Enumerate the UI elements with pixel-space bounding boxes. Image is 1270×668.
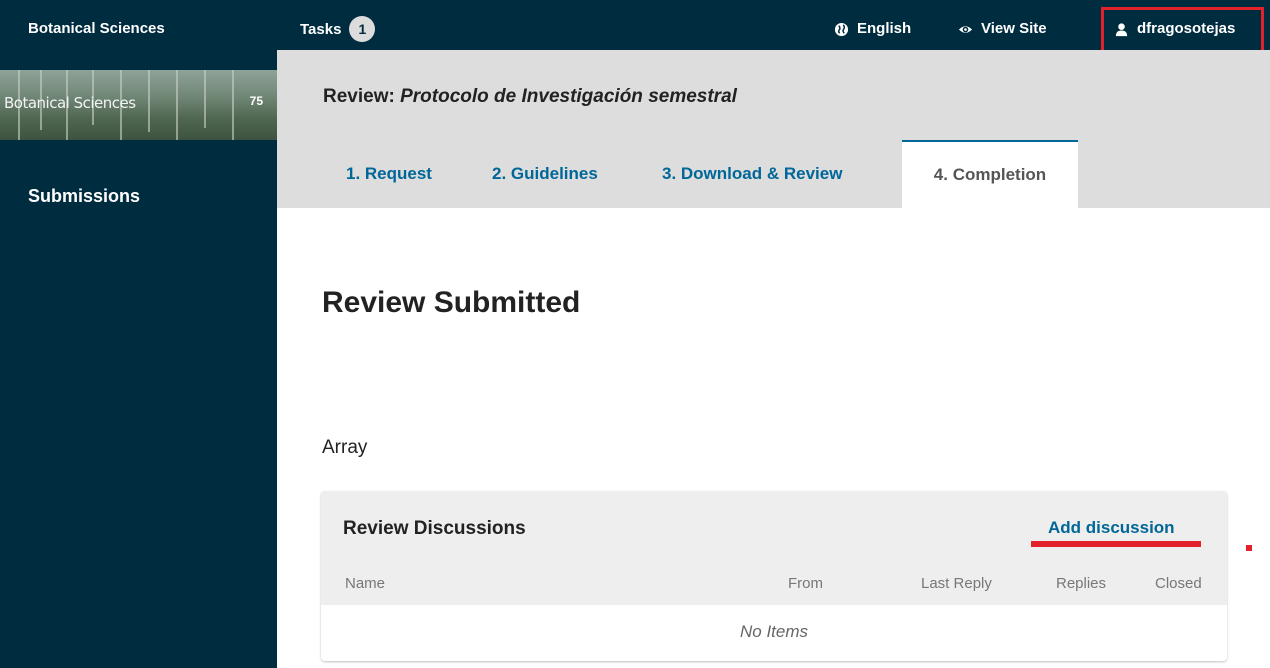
journal-logo[interactable]: Botanical Sciences 75 bbox=[0, 70, 277, 140]
review-title-name: Protocolo de Investigación semestral bbox=[400, 86, 737, 107]
array-text: Array bbox=[322, 437, 368, 458]
review-discussions-panel: Review Discussions Add discussion Name F… bbox=[321, 491, 1227, 661]
top-navbar: Botanical Sciences Tasks 1 English View … bbox=[0, 0, 1270, 50]
column-header-name[interactable]: Name bbox=[345, 575, 385, 592]
tasks-count-badge: 1 bbox=[349, 16, 376, 42]
add-discussion-button[interactable]: Add discussion bbox=[1048, 518, 1175, 538]
sidebar bbox=[0, 50, 277, 668]
language-menu[interactable]: English bbox=[834, 0, 911, 50]
sidebar-item-submissions[interactable]: Submissions bbox=[28, 186, 140, 207]
tab-completion[interactable]: 4. Completion bbox=[902, 140, 1078, 208]
tasks-label: Tasks bbox=[300, 20, 342, 38]
review-title-prefix: Review: bbox=[323, 86, 395, 107]
tab-request[interactable]: 1. Request bbox=[346, 164, 432, 184]
column-header-replies[interactable]: Replies bbox=[1056, 575, 1106, 592]
tab-guidelines[interactable]: 2. Guidelines bbox=[492, 164, 598, 184]
column-header-last-reply[interactable]: Last Reply bbox=[921, 575, 992, 592]
page-title: Review: Protocolo de Investigación semes… bbox=[323, 86, 737, 108]
tab-download-review[interactable]: 3. Download & Review bbox=[662, 164, 842, 184]
globe-icon bbox=[834, 22, 849, 36]
empty-table-message: No Items bbox=[739, 622, 809, 641]
discussions-table-body: No Items bbox=[321, 605, 1227, 661]
review-submitted-heading: Review Submitted bbox=[322, 286, 581, 319]
review-discussions-title: Review Discussions bbox=[343, 518, 526, 539]
add-discussion-highlight bbox=[1031, 541, 1201, 547]
column-header-closed[interactable]: Closed bbox=[1155, 575, 1202, 592]
eye-icon bbox=[958, 25, 973, 33]
logo-mark: 75 bbox=[249, 94, 263, 108]
review-header bbox=[277, 50, 1270, 208]
tasks-menu[interactable]: Tasks 1 bbox=[300, 0, 376, 50]
column-header-from[interactable]: From bbox=[788, 575, 823, 592]
annotation-dot bbox=[1246, 545, 1252, 551]
logo-text: Botanical Sciences bbox=[4, 94, 136, 112]
view-site-link[interactable]: View Site bbox=[958, 0, 1047, 50]
site-title[interactable]: Botanical Sciences bbox=[28, 0, 165, 50]
